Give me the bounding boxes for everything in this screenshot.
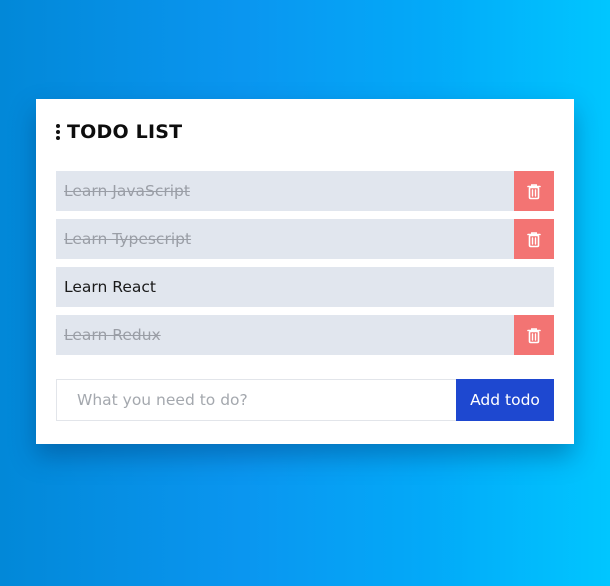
todo-item-learn-javascript[interactable]: Learn JavaScript: [56, 171, 554, 211]
todo-item-learn-redux[interactable]: Learn Redux: [56, 315, 554, 355]
kebab-menu-icon: [56, 124, 60, 140]
todo-item-learn-react[interactable]: Learn React: [56, 267, 554, 307]
page-title: TODO LIST: [67, 121, 183, 143]
add-todo-form: Add todo: [56, 379, 554, 421]
new-todo-input[interactable]: [56, 379, 456, 421]
todo-item-label: Learn JavaScript: [64, 182, 190, 200]
trash-icon: [527, 183, 541, 199]
todo-card: TODO LIST Learn JavaScript Learn Typescr…: [36, 99, 574, 444]
todo-item-learn-typescript[interactable]: Learn Typescript: [56, 219, 554, 259]
todo-item-label: Learn Typescript: [64, 230, 192, 248]
todo-item-label: Learn React: [64, 278, 156, 296]
todo-list: Learn JavaScript Learn Typescript Learn …: [56, 171, 554, 363]
trash-icon: [527, 231, 541, 247]
delete-todo-button[interactable]: [514, 315, 554, 355]
add-todo-button[interactable]: Add todo: [456, 379, 554, 421]
delete-todo-button[interactable]: [514, 171, 554, 211]
todo-item-label: Learn Redux: [64, 326, 161, 344]
delete-todo-button[interactable]: [514, 219, 554, 259]
trash-icon: [527, 327, 541, 343]
todo-header: TODO LIST: [56, 121, 182, 143]
